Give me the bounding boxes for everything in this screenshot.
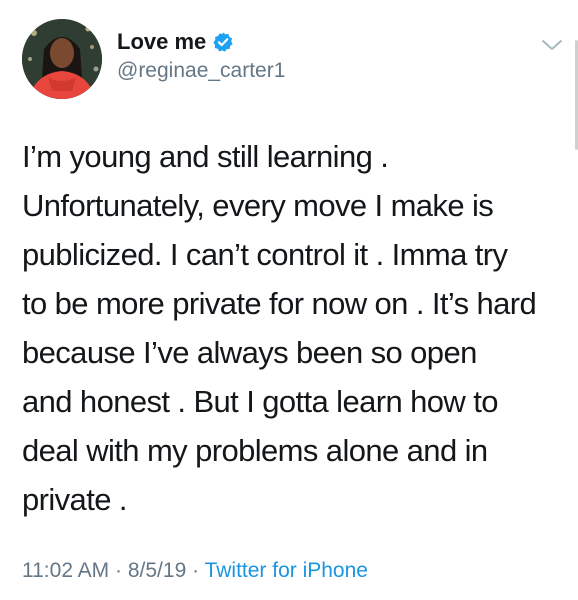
user-handle[interactable]: @reginae_carter1 — [117, 58, 285, 84]
meta-separator: · — [115, 559, 123, 582]
tweet-text-line: I’m young and still learning . — [22, 139, 389, 174]
tweet-text-line: deal with my problems alone and in — [22, 433, 488, 468]
tweet-card: Love me @reginae_carter1 I’m young and s… — [0, 0, 578, 600]
tweet-source-link[interactable]: Twitter for iPhone — [205, 559, 368, 582]
avatar[interactable] — [22, 19, 102, 99]
tweet-time[interactable]: 11:02 AM — [22, 559, 109, 582]
tweet-metadata: 11:02 AM · 8/5/19 · Twitter for iPhone — [22, 556, 368, 586]
name-row: Love me — [117, 28, 234, 56]
tweet-date[interactable]: 8/5/19 — [128, 559, 186, 582]
tweet-text-line: publicized. I can’t control it . Imma tr… — [22, 237, 508, 272]
chevron-down-icon[interactable] — [540, 36, 564, 54]
tweet-text-line: and honest . But I gotta learn how to — [22, 384, 498, 419]
tweet-text-line: private . — [22, 482, 127, 517]
display-name[interactable]: Love me — [117, 28, 206, 56]
tweet-text-line: Unfortunately, every move I make is — [22, 188, 494, 223]
tweet-text: I’m young and still learning . Unfortuna… — [22, 132, 567, 524]
meta-separator: · — [192, 559, 200, 582]
tweet-text-line: to be more private for now on . It’s har… — [22, 286, 537, 321]
verified-badge-icon — [212, 31, 234, 53]
avatar-image — [22, 19, 102, 99]
tweet-text-line: because I’ve always been so open — [22, 335, 477, 370]
